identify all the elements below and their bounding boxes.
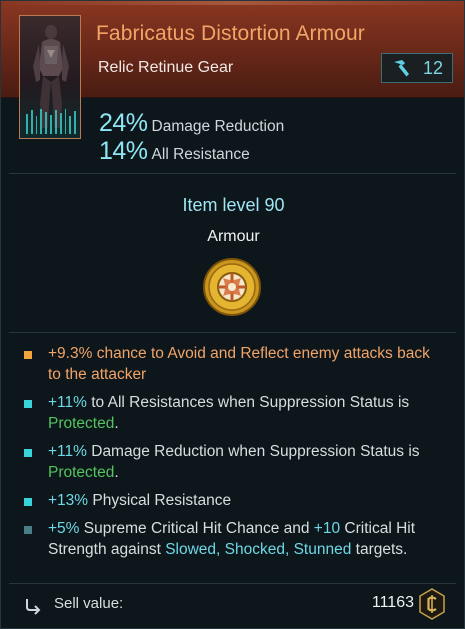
base-stats: 24% Damage Reduction 14% All Resistance [99, 109, 284, 165]
affix-list: +9.3% chance to Avoid and Reflect enemy … [21, 343, 446, 567]
affix-text: +9.3% [48, 345, 93, 362]
affix-bullet-icon [24, 498, 32, 506]
affix-row: +11% Damage Reduction when Suppression S… [21, 441, 446, 483]
affix-text: chance to Avoid and Reflect enemy attack… [48, 345, 430, 383]
item-type: Relic Retinue Gear [98, 59, 234, 76]
affix-row: +11% to All Resistances when Suppression… [21, 392, 446, 434]
stat-all-resistance: 14% All Resistance [99, 137, 284, 165]
affix-text: +11% [48, 443, 87, 460]
armour-slot-emblem-icon [203, 258, 261, 316]
affix-text: +5% [48, 520, 80, 537]
affix-text: Supreme Critical Hit Chance and [79, 520, 314, 537]
affix-text: Protected [48, 464, 115, 481]
affix-text: Damage Reduction when Suppression Status… [86, 443, 420, 460]
affix-text: +11% [48, 394, 87, 411]
affix-text: Physical Resistance [88, 492, 232, 509]
sell-footer: Sell value: 11163 [1, 585, 464, 625]
item-tooltip: Fabricatus Distortion Armour Relic Retin… [0, 0, 465, 629]
affix-bullet-icon [24, 526, 32, 534]
affix-row: +5% Supreme Critical Hit Chance and +10 … [21, 518, 446, 560]
affix-text: to All Resistances when Suppression Stat… [86, 394, 410, 411]
affix-bullet-icon [24, 400, 32, 408]
divider [9, 332, 456, 333]
divider [9, 583, 456, 584]
affix-bullet-icon [24, 449, 32, 457]
credits-coin-icon [419, 588, 445, 620]
stat-label: Damage Reduction [151, 118, 285, 135]
affix-row: +9.3% chance to Avoid and Reflect enemy … [21, 343, 446, 385]
affix-row: +13% Physical Resistance [21, 490, 446, 511]
sell-arrow-icon [26, 599, 41, 615]
hammer-icon [393, 60, 409, 77]
affix-text: . [114, 415, 119, 432]
requirement-value: 12 [422, 57, 444, 78]
sell-label: Sell value: [54, 595, 124, 612]
affix-text: targets. [351, 541, 408, 558]
affix-text: +10 [313, 520, 341, 537]
affix-text: . [114, 464, 119, 481]
item-name: Fabricatus Distortion Armour [96, 22, 365, 45]
item-portrait [19, 15, 81, 139]
stat-label: All Resistance [151, 146, 250, 163]
sell-value: 11163 [371, 594, 414, 611]
affix-bullet-icon [24, 351, 32, 359]
stat-value: 14% [99, 137, 148, 165]
stat-value: 24% [99, 109, 148, 137]
requirement-badge: 12 [381, 53, 453, 83]
affix-text: Slowed, Shocked, Stunned [165, 541, 352, 558]
stat-damage-reduction: 24% Damage Reduction [99, 109, 284, 137]
affix-text: +13% [48, 492, 89, 509]
affix-text: Protected [48, 415, 115, 432]
item-level: Item level 90 [182, 195, 285, 215]
portrait-glow-bars [26, 108, 76, 134]
divider [9, 173, 456, 174]
item-slot: Armour [207, 228, 260, 245]
